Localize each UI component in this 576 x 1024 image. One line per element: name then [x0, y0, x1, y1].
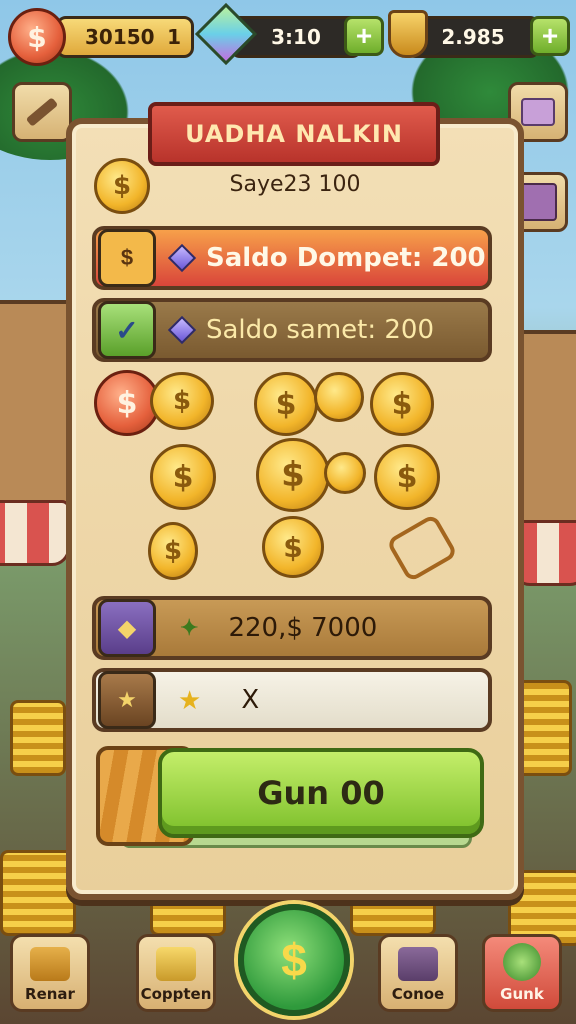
- reward-amount: 220,$ 7000: [228, 613, 378, 643]
- nav-item-gunk[interactable]: Gunk: [482, 934, 562, 1012]
- gold-bar-icon: [156, 947, 196, 981]
- add-shields-button[interactable]: +: [530, 16, 570, 56]
- coin-item[interactable]: $: [262, 516, 324, 578]
- nav-item-renar[interactable]: Renar: [10, 934, 90, 1012]
- coins-counter: 30150 1: [56, 16, 194, 58]
- gift-icon: [521, 98, 555, 126]
- coin-stack: [10, 700, 66, 776]
- coin-item[interactable]: [324, 452, 366, 494]
- coin-item[interactable]: $: [148, 522, 198, 580]
- scroll-icon: ★: [98, 671, 156, 729]
- top-resource-bar: 30150 1 $ 3:10 + 2.985 +: [8, 2, 570, 66]
- shield-icon: [388, 10, 428, 58]
- coin-item[interactable]: $: [150, 372, 214, 430]
- panel-title: UADHA NALKIN: [132, 102, 456, 166]
- coin-item[interactable]: $: [370, 372, 434, 436]
- wallet-icon: $: [98, 229, 156, 287]
- sparkle-icon: ✦: [180, 615, 199, 640]
- coin-item[interactable]: $: [374, 444, 440, 510]
- coin-stack: [0, 850, 76, 936]
- shop-icon: [519, 183, 557, 221]
- checkbox-icon: ✓: [98, 301, 156, 359]
- saved-balance-bar: ✓ Saldo samet: 200: [92, 298, 492, 362]
- reward-bar: ◆ ✦ 220,$ 7000: [92, 596, 492, 660]
- coins-value: 30150: [85, 25, 155, 49]
- saved-balance-text: Saldo samet: 200: [206, 315, 434, 345]
- awning-left: [0, 500, 70, 566]
- action-button-face[interactable]: Gun 00: [158, 748, 484, 838]
- multiplier-bar[interactable]: ★ ★ X: [92, 668, 492, 732]
- medal-icon: [503, 943, 541, 981]
- header-coin-icon: $: [94, 158, 150, 214]
- edit-button[interactable]: [12, 82, 72, 142]
- wallet-balance-bar: $ Saldo Dompet: 200: [92, 226, 492, 290]
- star-icon: ★: [178, 684, 202, 715]
- shields-value: 2.985: [441, 25, 505, 49]
- coin-item[interactable]: $: [150, 444, 216, 510]
- gems-value: 3:10: [271, 25, 321, 49]
- add-gems-button[interactable]: +: [344, 16, 384, 56]
- nav-item-conoe[interactable]: Conoe: [378, 934, 458, 1012]
- header-line: Saye23 100: [229, 172, 361, 197]
- coin-item[interactable]: [314, 372, 364, 422]
- reward-icon: ◆: [98, 599, 156, 657]
- gem-small-icon: [167, 315, 197, 345]
- wallet-balance-text: Saldo Dompet: 200: [206, 243, 486, 273]
- chest-icon: [30, 947, 70, 981]
- gem-small-icon: [167, 243, 197, 273]
- multiplier-text: X: [241, 685, 260, 715]
- coin-item[interactable]: $: [256, 438, 330, 512]
- nav-item-coppten[interactable]: Coppten: [136, 934, 216, 1012]
- coin-stack: [516, 680, 572, 776]
- action-button[interactable]: Gun 00: [96, 746, 484, 848]
- pencil-icon: [25, 97, 59, 127]
- center-money-button[interactable]: $: [238, 904, 350, 1016]
- coin-item[interactable]: $: [254, 372, 318, 436]
- coins-suffix: 1: [167, 25, 181, 49]
- coin-icon: $: [8, 8, 66, 66]
- scroll-icon: [398, 947, 438, 981]
